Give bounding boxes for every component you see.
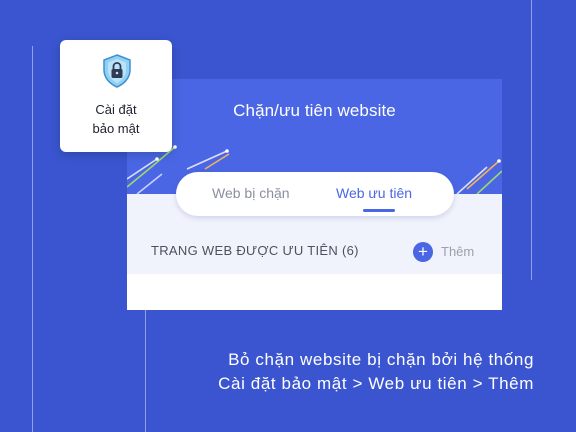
security-settings-shortcut[interactable]: Cài đặt bảo mật	[60, 40, 172, 152]
plus-icon: +	[413, 242, 433, 262]
tab-priority-websites[interactable]: Web ưu tiên	[336, 185, 412, 201]
blocked-priority-screen: Chặn/ưu tiên website Web bị chặn Web ưu …	[127, 79, 502, 310]
add-priority-website-button[interactable]: + Thêm	[413, 241, 483, 263]
security-settings-label: Cài đặt bảo mật	[92, 102, 140, 136]
decor-line-left	[32, 46, 33, 432]
tab-blocked-websites[interactable]: Web bị chặn	[212, 185, 290, 201]
caption-line-2: Cài đặt bảo mật > Web ưu tiên > Thêm	[218, 374, 534, 393]
decor-line-mid	[145, 300, 146, 432]
tab-bar: Web bị chặn Web ưu tiên	[176, 172, 454, 216]
decor-line-right	[531, 0, 532, 280]
shield-lock-icon	[103, 54, 131, 88]
active-tab-indicator	[363, 209, 395, 212]
add-button-label: Thêm	[441, 244, 475, 259]
screen-title: Chặn/ưu tiên website	[233, 101, 396, 120]
instruction-caption: Bỏ chặn website bị chặn bởi hệ thống Cài…	[218, 348, 534, 396]
caption-line-1: Bỏ chặn website bị chặn bởi hệ thống	[228, 350, 534, 369]
priority-list-heading: TRANG WEB ĐƯỢC ƯU TIÊN (6)	[151, 243, 359, 258]
